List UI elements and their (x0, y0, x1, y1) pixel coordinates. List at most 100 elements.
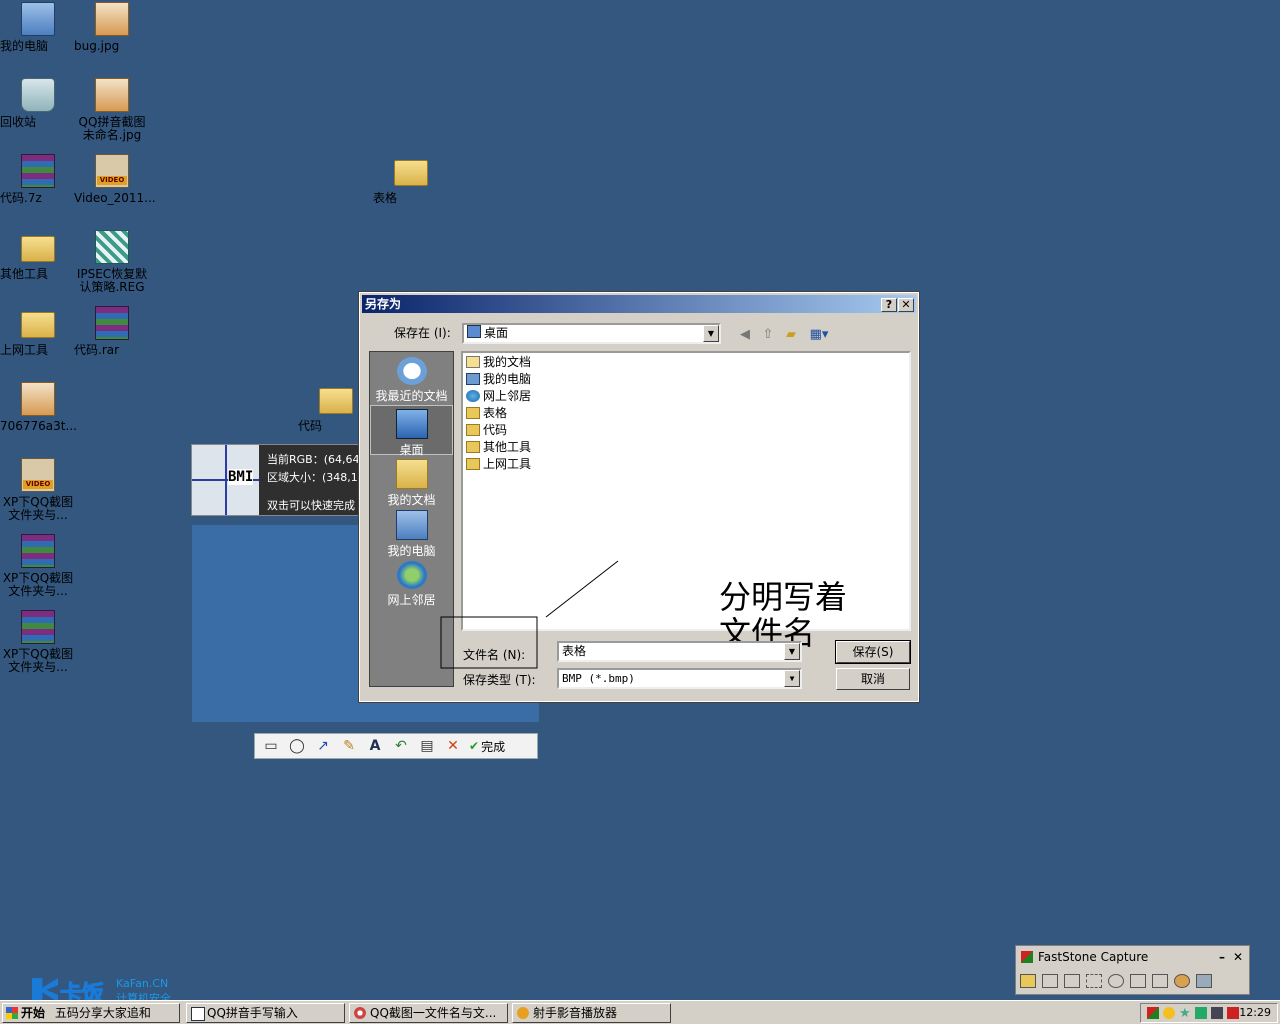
folder-icon (466, 458, 480, 470)
open-icon[interactable] (1020, 974, 1036, 988)
desktop-icon-label: bug.jpg (74, 39, 120, 53)
places-bar: 我最近的文档 桌面 我的文档 我的电脑 网上邻居 (369, 351, 454, 687)
save-icon[interactable]: ▤ (417, 736, 437, 756)
place-network[interactable]: 网上邻居 (370, 558, 453, 608)
undo-icon[interactable]: ↶ (391, 736, 411, 756)
settings-icon[interactable] (1196, 974, 1212, 988)
image-file-icon (95, 2, 129, 36)
list-item[interactable]: 表格 (466, 405, 507, 421)
my-computer-icon (395, 510, 428, 540)
list-item[interactable]: 上网工具 (466, 456, 531, 472)
start-button[interactable]: 开始 五码分享大家追和 (2, 1003, 180, 1023)
place-recent-docs[interactable]: 我最近的文档 (370, 354, 453, 404)
desktop-icon-video[interactable]: Video_2011... (74, 154, 156, 205)
tray-icon-security[interactable] (1195, 1007, 1207, 1019)
my-documents-icon (466, 356, 480, 368)
taskbar-item-qq-screenshot[interactable]: QQ截图一文件名与文... (349, 1003, 508, 1023)
desktop-icon-label: 706776a3t... (0, 419, 77, 433)
file-list[interactable]: 我的文档 我的电脑 网上邻居 表格 代码 其他工具 上网工具 分明写着 文件名 (461, 351, 911, 651)
desktop-icon-bug-jpg[interactable]: bug.jpg (74, 2, 150, 53)
chevron-down-icon[interactable]: ▼ (784, 670, 800, 687)
desktop-icon-image-706776[interactable]: 706776a3t... (0, 382, 77, 433)
capture-fullscreen-icon[interactable] (1130, 974, 1146, 988)
desktop-icon-ipsec-reg[interactable]: IPSEC恢复默认策略.REG (74, 230, 150, 294)
cancel-button[interactable]: 取消 (836, 668, 910, 690)
desktop-icon-xp-qq-1[interactable]: XP下QQ截图文件夹与... (0, 458, 76, 522)
chevron-down-icon[interactable]: ▼ (784, 643, 800, 660)
view-menu-icon[interactable]: ▦▾ (806, 326, 832, 344)
desktop-icon-recycle-bin[interactable]: 回收站 (0, 78, 76, 129)
capture-info-panel: BMI 当前RGB：(64,64, 区域大小：(348,1 双击可以快速完成 (191, 444, 363, 516)
taskbar-item-label: 射手影音播放器 (533, 1006, 618, 1020)
list-item[interactable]: 其他工具 (466, 439, 531, 455)
done-button[interactable]: ✔ 完成 (469, 738, 505, 755)
faststone-logo-icon (1021, 951, 1033, 963)
capture-object-icon[interactable] (1064, 974, 1080, 988)
tray-icon-display[interactable] (1211, 1007, 1223, 1019)
desktop-icon-internet-tools[interactable]: 上网工具 (0, 306, 76, 357)
ellipse-tool-icon[interactable]: ◯ (287, 736, 307, 756)
tray-icon-star[interactable]: ★ (1179, 1005, 1191, 1023)
output-icon[interactable] (1174, 974, 1190, 988)
back-icon[interactable]: ◀ (735, 326, 755, 344)
close-button[interactable]: ✕ (1233, 948, 1243, 966)
text-tool-icon[interactable]: A (365, 736, 385, 756)
desktop-icon-qq-screenshot[interactable]: QQ拼音截图未命名.jpg (74, 78, 150, 142)
help-button[interactable]: ? (881, 298, 897, 312)
desktop-icon-code-7z[interactable]: 代码.7z (0, 154, 76, 205)
desktop-icon-other-tools[interactable]: 其他工具 (0, 230, 76, 281)
save-button[interactable]: 保存(S) (835, 640, 911, 664)
desktop-icon-xp-qq-3[interactable]: XP下QQ截图文件夹与... (0, 610, 76, 674)
list-item[interactable]: 我的电脑 (466, 371, 531, 387)
desktop-icon-label: XP下QQ截图文件夹与... (2, 647, 74, 674)
tray-icon-qq[interactable] (1163, 1007, 1175, 1019)
done-label: 完成 (481, 739, 506, 754)
tray-icon-antivirus[interactable] (1227, 1007, 1239, 1019)
network-places-icon (466, 390, 480, 402)
desktop-icon-code-rar[interactable]: 代码.rar (74, 306, 150, 357)
capture-window-icon[interactable] (1042, 974, 1058, 988)
cancel-capture-icon[interactable]: ✕ (443, 736, 463, 756)
desktop-icon-my-computer[interactable]: 我的电脑 (0, 2, 76, 53)
taskbar-item-qq-pinyin[interactable]: QQ拼音手写输入 (186, 1003, 345, 1023)
place-desktop[interactable]: 桌面 (370, 405, 453, 457)
filename-input[interactable]: 表格 ▼ (557, 641, 802, 662)
archive-icon (95, 306, 129, 340)
my-computer-icon (466, 373, 480, 385)
rectangle-tool-icon[interactable]: ▭ (261, 736, 281, 756)
brush-tool-icon[interactable]: ✎ (339, 736, 359, 756)
desktop-icon-xp-qq-2[interactable]: XP下QQ截图文件夹与... (0, 534, 76, 598)
close-button[interactable]: ✕ (898, 298, 914, 312)
list-item[interactable]: 我的文档 (466, 354, 531, 370)
minimize-button[interactable]: – (1219, 948, 1225, 966)
list-item[interactable]: 网上邻居 (466, 388, 531, 404)
capture-scrolling-icon[interactable] (1152, 974, 1168, 988)
up-folder-icon[interactable]: ⇧ (758, 326, 778, 344)
capture-rectangle-icon[interactable] (1086, 974, 1102, 988)
recycle-bin-icon (21, 78, 55, 112)
dialog-titlebar[interactable]: 另存为 ? ✕ (362, 295, 916, 313)
desktop-icon-label: 上网工具 (0, 343, 49, 357)
desktop-icon-table-folder[interactable]: 表格 (373, 154, 449, 205)
place-my-computer[interactable]: 我的电脑 (370, 507, 453, 558)
list-item[interactable]: 代码 (466, 422, 507, 438)
filetype-dropdown[interactable]: BMP (*.bmp) ▼ (557, 668, 802, 689)
file-name: 网上邻居 (483, 389, 532, 403)
capture-freehand-icon[interactable] (1108, 974, 1124, 988)
tray-icon-faststone[interactable] (1147, 1007, 1159, 1019)
browser-icon (354, 1007, 366, 1019)
save-in-dropdown[interactable]: 桌面 ▼ (462, 323, 721, 344)
network-places-icon (396, 561, 427, 589)
taskbar-item-player[interactable]: 射手影音播放器 (512, 1003, 671, 1023)
filename-label: 文件名 (N): (463, 648, 526, 662)
place-my-documents[interactable]: 我的文档 (370, 456, 453, 507)
faststone-titlebar[interactable]: FastStone Capture – ✕ (1018, 948, 1247, 966)
desktop-icon-label: QQ拼音截图未命名.jpg (78, 115, 146, 142)
arrow-tool-icon[interactable]: ↗ (313, 736, 333, 756)
region-size-text: 区域大小：(348,1 (267, 471, 358, 484)
taskbar: 开始 五码分享大家追和 QQ拼音手写输入 QQ截图一文件名与文... 射手影音播… (0, 1000, 1280, 1024)
image-file-icon (95, 78, 129, 112)
folder-icon (466, 441, 480, 453)
new-folder-icon[interactable]: ▰ (781, 326, 801, 344)
chevron-down-icon[interactable]: ▼ (703, 325, 719, 342)
